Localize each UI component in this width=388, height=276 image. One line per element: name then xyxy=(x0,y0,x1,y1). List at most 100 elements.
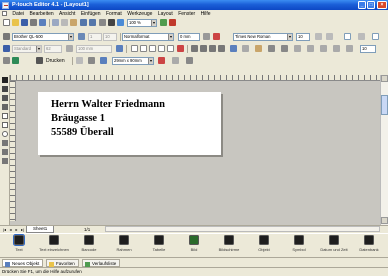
sheet-tab[interactable]: Sheet1 xyxy=(26,226,55,233)
menu-datei[interactable]: Datei xyxy=(12,10,24,18)
pane-new-object[interactable]: Neues Objekt xyxy=(2,259,44,267)
prev-sheet-icon[interactable]: ◂ xyxy=(8,227,13,232)
fill-icon[interactable] xyxy=(186,57,193,64)
justify-icon[interactable] xyxy=(218,45,225,52)
strike-icon[interactable] xyxy=(158,45,165,52)
line-icon[interactable] xyxy=(2,104,8,110)
size-same-icon[interactable] xyxy=(320,45,327,52)
align-center-icon[interactable] xyxy=(200,45,207,52)
font-size-select[interactable]: 10 xyxy=(296,33,310,41)
menu-einfuegen[interactable]: Einfügen xyxy=(81,10,101,18)
horizontal-scrollbar[interactable] xyxy=(105,226,380,232)
size-field-1[interactable]: 1 xyxy=(88,33,102,41)
printer-select[interactable]: Brother QL-500 xyxy=(12,33,74,41)
height-field[interactable]: 100 mm xyxy=(76,45,112,53)
menu-werkzeuge[interactable]: Werkzeuge xyxy=(127,10,152,18)
tape-size-field[interactable]: 10 xyxy=(360,45,376,53)
font-grow-icon[interactable] xyxy=(315,33,322,40)
address-line-name[interactable]: Herrn Walter Friedmann xyxy=(51,99,165,110)
redo-icon[interactable] xyxy=(89,19,96,26)
distribute-icon[interactable] xyxy=(307,45,314,52)
last-sheet-icon[interactable]: ▸| xyxy=(20,227,25,232)
object-table-button[interactable]: Tabelle xyxy=(143,235,175,257)
tape-icon[interactable] xyxy=(100,57,107,64)
paste-icon[interactable] xyxy=(70,19,77,26)
menu-bearbeiten[interactable]: Bearbeiten xyxy=(29,10,53,18)
polygon-icon[interactable] xyxy=(2,149,8,155)
undo-icon[interactable] xyxy=(80,19,87,26)
width-field[interactable]: 62 xyxy=(44,45,62,53)
database-connect-icon[interactable] xyxy=(88,57,95,64)
snap-icon[interactable] xyxy=(333,45,340,52)
freehand-icon[interactable] xyxy=(2,158,8,164)
help-icon[interactable] xyxy=(169,19,176,26)
scroll-thumb[interactable] xyxy=(381,95,388,115)
maximize-button[interactable]: □ xyxy=(367,1,375,9)
arc-icon[interactable] xyxy=(2,140,8,146)
margin-icon[interactable] xyxy=(203,33,210,40)
print-icon[interactable] xyxy=(30,19,37,26)
cut-icon[interactable] xyxy=(52,19,59,26)
minimize-button[interactable]: _ xyxy=(358,1,366,9)
length-field[interactable]: 0 mm xyxy=(178,33,200,41)
label-canvas[interactable]: Herrn Walter Friedmann Bräugasse 1 55589… xyxy=(38,92,221,155)
object-barcode-button[interactable]: Barcode xyxy=(73,235,105,257)
menu-ansicht[interactable]: Ansicht xyxy=(59,10,75,18)
bold-icon[interactable] xyxy=(131,45,138,52)
zoom-icon[interactable] xyxy=(117,19,124,26)
layout-style-select[interactable]: Normalformat xyxy=(122,33,174,41)
address-line-city[interactable]: 55589 Überall xyxy=(51,127,114,138)
lock-icon[interactable] xyxy=(346,45,353,52)
open-icon[interactable] xyxy=(12,19,19,26)
object-object-button[interactable]: Objekt xyxy=(248,235,280,257)
layout-icon[interactable] xyxy=(160,19,167,26)
rounded-rectangle-icon[interactable] xyxy=(2,122,8,128)
align-right-icon[interactable] xyxy=(209,45,216,52)
save-icon[interactable] xyxy=(21,19,28,26)
first-sheet-icon[interactable]: |◂ xyxy=(2,227,7,232)
object-text-button[interactable]: Text xyxy=(3,234,35,257)
new-icon[interactable] xyxy=(3,19,10,26)
arrange-icon[interactable] xyxy=(255,45,262,52)
char-spacing-field[interactable] xyxy=(372,33,379,40)
line-spacing-icon[interactable] xyxy=(358,33,365,40)
address-line-street[interactable]: Bräugasse 1 xyxy=(51,113,105,124)
align-left-icon[interactable] xyxy=(191,45,198,52)
text-tool-icon[interactable] xyxy=(108,19,115,26)
group-icon[interactable] xyxy=(268,45,275,52)
text-icon[interactable] xyxy=(2,86,8,92)
color-select-icon[interactable] xyxy=(158,57,165,64)
object-date-time-button[interactable]: Datum und Zeit xyxy=(318,235,350,257)
copy-icon[interactable] xyxy=(61,19,68,26)
grid-icon[interactable] xyxy=(99,19,106,26)
rectangle-icon[interactable] xyxy=(2,113,8,119)
pointer-icon[interactable] xyxy=(2,77,8,83)
menu-fenster[interactable]: Fenster xyxy=(178,10,195,18)
vertical-text-icon[interactable] xyxy=(2,95,8,101)
spacing-field[interactable] xyxy=(344,33,351,40)
close-button[interactable]: × xyxy=(377,1,387,9)
pane-favorites[interactable]: Favoriten xyxy=(46,259,79,267)
tape-select[interactable]: 29mm x 90mm xyxy=(112,57,154,65)
scroll-up-arrow[interactable] xyxy=(381,75,388,82)
orientation-icon[interactable] xyxy=(78,33,85,40)
snap-grid-icon[interactable] xyxy=(12,57,19,64)
object-database-button[interactable]: Datenbank xyxy=(353,235,385,257)
italic-icon[interactable] xyxy=(140,45,147,52)
document-menu-icon[interactable] xyxy=(2,11,7,17)
ellipse-icon[interactable] xyxy=(2,131,8,137)
object-symbol-button[interactable]: Symbol xyxy=(283,235,315,257)
transfer-icon[interactable] xyxy=(76,57,83,64)
object-clipart-button[interactable]: Bildschirme xyxy=(213,235,245,257)
object-text-template-button[interactable]: Text einzeichnen xyxy=(38,235,70,257)
next-sheet-icon[interactable]: ▸ xyxy=(14,227,19,232)
print-preview-icon[interactable] xyxy=(39,19,46,26)
frame-text-icon[interactable] xyxy=(167,45,174,52)
menu-layout[interactable]: Layout xyxy=(158,10,173,18)
color-icon[interactable] xyxy=(177,45,184,52)
zoom-select[interactable]: 100 % xyxy=(127,19,157,27)
font-shrink-icon[interactable] xyxy=(326,33,333,40)
fit-icon[interactable] xyxy=(116,45,123,52)
page-setup-icon[interactable] xyxy=(3,45,10,52)
underline-icon[interactable] xyxy=(149,45,156,52)
